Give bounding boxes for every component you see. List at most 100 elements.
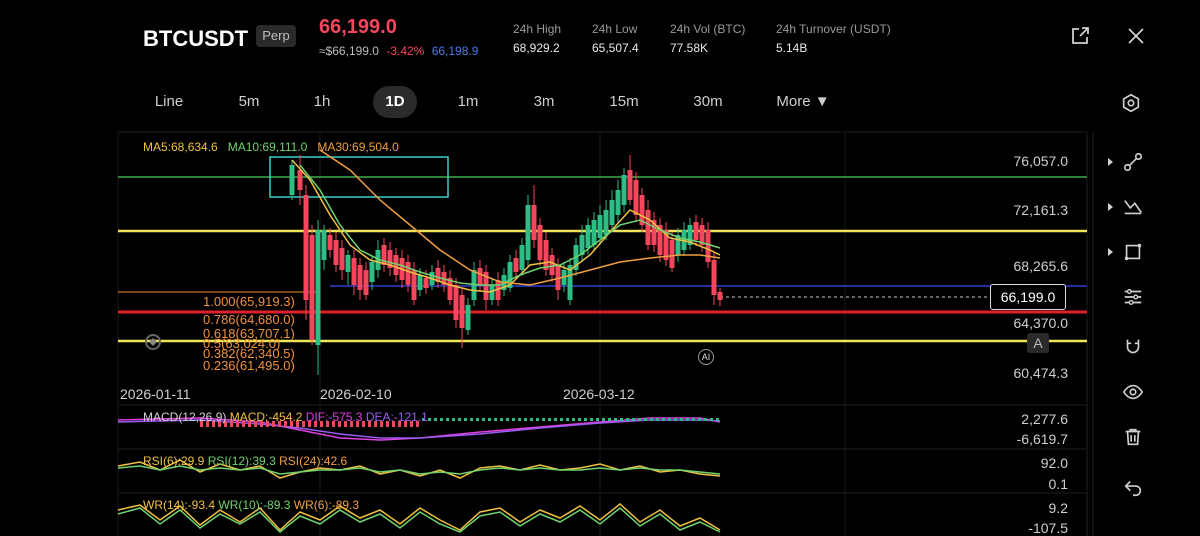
x-label: 2026-03-12 <box>563 386 635 402</box>
candle-body <box>543 240 549 270</box>
macd-histogram-bar <box>482 418 485 421</box>
macd-y-label: 2,277.6 <box>1021 411 1068 427</box>
candle-body <box>357 265 363 290</box>
candle-body <box>633 180 639 215</box>
macd-histogram-bar <box>452 418 455 421</box>
ma5-label: MA5:68,634.6 <box>143 140 218 154</box>
macd-histogram-bar <box>662 418 665 421</box>
macd-histogram-bar <box>638 418 641 421</box>
macd-histogram-bar <box>584 418 587 421</box>
ma-legend: MA5:68,634.6 MA10:69,111.0 MA30:69,504.0 <box>143 140 399 154</box>
rsi24-value: RSI(24):42.6 <box>279 454 348 468</box>
eye-icon[interactable] <box>1122 381 1144 403</box>
wr14-value: WR(14):-93.4 <box>143 498 216 512</box>
candle-body <box>717 292 723 300</box>
macd-histogram-bar <box>698 418 701 421</box>
candle-body <box>549 255 555 275</box>
current-price-tag: 66,199.0 <box>990 284 1066 310</box>
x-label: 2026-01-11 <box>120 386 191 402</box>
macd-histogram-bar <box>542 418 545 421</box>
candle-body <box>309 235 315 340</box>
expand-arrow-icon[interactable] <box>1108 203 1113 211</box>
candle-body <box>669 240 675 268</box>
candle-body <box>531 205 537 240</box>
wr6-value: WR(6):-89.3 <box>293 498 360 512</box>
magnet-tool-icon[interactable] <box>1122 336 1144 358</box>
macd-value: MACD:-454.2 <box>229 410 303 424</box>
y-label: 68,265.6 <box>1013 258 1069 274</box>
auto-scale-badge[interactable]: A <box>1027 333 1049 353</box>
macd-title: MACD(12,26,9) <box>143 410 227 424</box>
ai-badge[interactable]: AI <box>698 349 714 365</box>
dif-value: DIF:-575.3 <box>305 410 363 424</box>
wr-y-label: -107.5 <box>1028 520 1068 536</box>
undo-icon[interactable] <box>1122 476 1144 498</box>
macd-histogram-bar <box>692 418 695 421</box>
macd-histogram-bar <box>464 418 467 421</box>
candle-body <box>345 255 351 272</box>
macd-histogram-bar <box>620 418 623 421</box>
expand-arrow-icon[interactable] <box>1108 248 1113 256</box>
macd-histogram-bar <box>650 418 653 421</box>
rsi-y-label: 0.1 <box>1048 476 1068 492</box>
macd-histogram-bar <box>668 418 671 421</box>
indicator-lines <box>117 417 721 534</box>
macd-histogram-bar <box>488 418 491 421</box>
candle-body <box>453 285 459 320</box>
macd-histogram-bar <box>506 418 509 421</box>
macd-histogram-bar <box>458 418 461 421</box>
macd-histogram-bar <box>596 418 599 421</box>
macd-histogram-bar <box>518 418 521 421</box>
y-label: 72,161.3 <box>1013 202 1069 218</box>
candle-body <box>585 225 591 248</box>
macd-histogram-bar <box>500 418 503 421</box>
macd-histogram-bar <box>680 418 683 421</box>
candle-body <box>603 210 609 235</box>
rsi-legend: RSI(6):29.9 RSI(12):39.3 RSI(24):42.6 <box>143 454 347 468</box>
candle-body <box>525 205 531 260</box>
macd-histogram-bar <box>614 418 617 421</box>
macd-histogram-bar <box>446 418 449 421</box>
trend-tool-icon[interactable] <box>1122 196 1144 218</box>
fib-tool-icon[interactable] <box>1122 286 1144 308</box>
macd-histogram-bar <box>566 418 569 421</box>
watermark-logo-icon <box>145 334 161 350</box>
candle-body <box>327 235 333 250</box>
macd-histogram-bar <box>524 418 527 421</box>
macd-histogram-bar <box>704 418 707 421</box>
wr-y-label: 9.2 <box>1048 500 1068 516</box>
rsi6-value: RSI(6):29.9 <box>143 454 205 468</box>
macd-histogram-bar <box>476 418 479 421</box>
expand-arrow-icon[interactable] <box>1108 158 1113 166</box>
y-label: 76,057.0 <box>1013 153 1069 169</box>
macd-histogram-bar <box>590 418 593 421</box>
macd-histogram-bar <box>536 418 539 421</box>
shape-tool-icon[interactable] <box>1122 241 1144 263</box>
candle-body <box>315 230 321 345</box>
candle-body <box>597 215 603 238</box>
fib-level: 1.000(65,919.3) <box>203 294 295 309</box>
macd-histogram-bar <box>440 418 443 421</box>
candle-body <box>609 200 615 225</box>
candle-body <box>297 170 303 190</box>
candle-body <box>711 260 717 295</box>
candle-body <box>459 295 465 328</box>
macd-histogram-bar <box>428 418 431 421</box>
candle-body <box>537 225 543 260</box>
ma30-label: MA30:69,504.0 <box>317 140 399 154</box>
candle-body <box>417 275 423 290</box>
macd-histogram-bar <box>656 418 659 421</box>
macd-histogram-bar <box>470 418 473 421</box>
fib-level: 0.786(64,680.0) <box>203 312 295 327</box>
candle-body <box>369 262 375 282</box>
macd-histogram-bar <box>512 418 515 421</box>
candle-body <box>519 245 525 270</box>
macd-histogram-bar <box>674 418 677 421</box>
candle-body <box>339 248 345 270</box>
trash-icon[interactable] <box>1122 426 1144 448</box>
x-label: 2026-02-10 <box>320 386 392 402</box>
line-tool-icon[interactable] <box>1122 151 1144 173</box>
candle-body <box>627 170 633 200</box>
candle-body <box>513 258 519 272</box>
macd-histogram-bar <box>494 418 497 421</box>
